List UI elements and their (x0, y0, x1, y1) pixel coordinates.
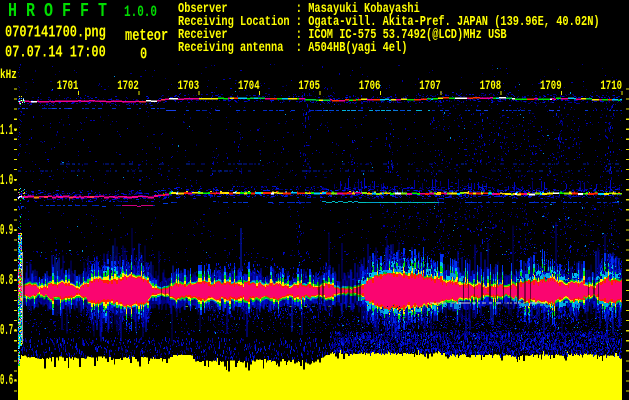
svg-text:1707: 1707 (419, 79, 441, 93)
svg-text:1.1-: 1.1- (0, 123, 18, 139)
svg-text:Receiving antenna : A504HB(ya: Receiving antenna : A504HB(yagi 4el) (178, 41, 407, 56)
svg-text:1704: 1704 (238, 79, 260, 93)
svg-text:0.9-: 0.9- (0, 223, 18, 239)
svg-text:0.6-: 0.6- (0, 373, 18, 389)
svg-text:0.8-: 0.8- (0, 273, 18, 289)
svg-text:0: 0 (140, 45, 147, 64)
svg-text:1709: 1709 (540, 79, 562, 93)
svg-text:0707141700.png: 0707141700.png (5, 23, 106, 42)
svg-text:1705: 1705 (298, 79, 320, 93)
svg-text:1708: 1708 (480, 79, 502, 93)
svg-text:1702: 1702 (117, 79, 139, 93)
svg-text:1706: 1706 (359, 79, 381, 93)
svg-text:1701: 1701 (57, 79, 79, 93)
svg-text:1710: 1710 (600, 79, 622, 93)
svg-text:07.07.14 17:00: 07.07.14 17:00 (5, 43, 106, 62)
svg-text:0.7-: 0.7- (0, 323, 18, 339)
svg-text:H R O F F T: H R O F F T (8, 0, 107, 22)
svg-text:meteor: meteor (125, 26, 168, 45)
svg-text:1703: 1703 (178, 79, 200, 93)
svg-text:1.0-: 1.0- (0, 173, 18, 189)
svg-text:kHz: kHz (0, 68, 17, 82)
svg-text:1.0.0: 1.0.0 (124, 3, 157, 21)
